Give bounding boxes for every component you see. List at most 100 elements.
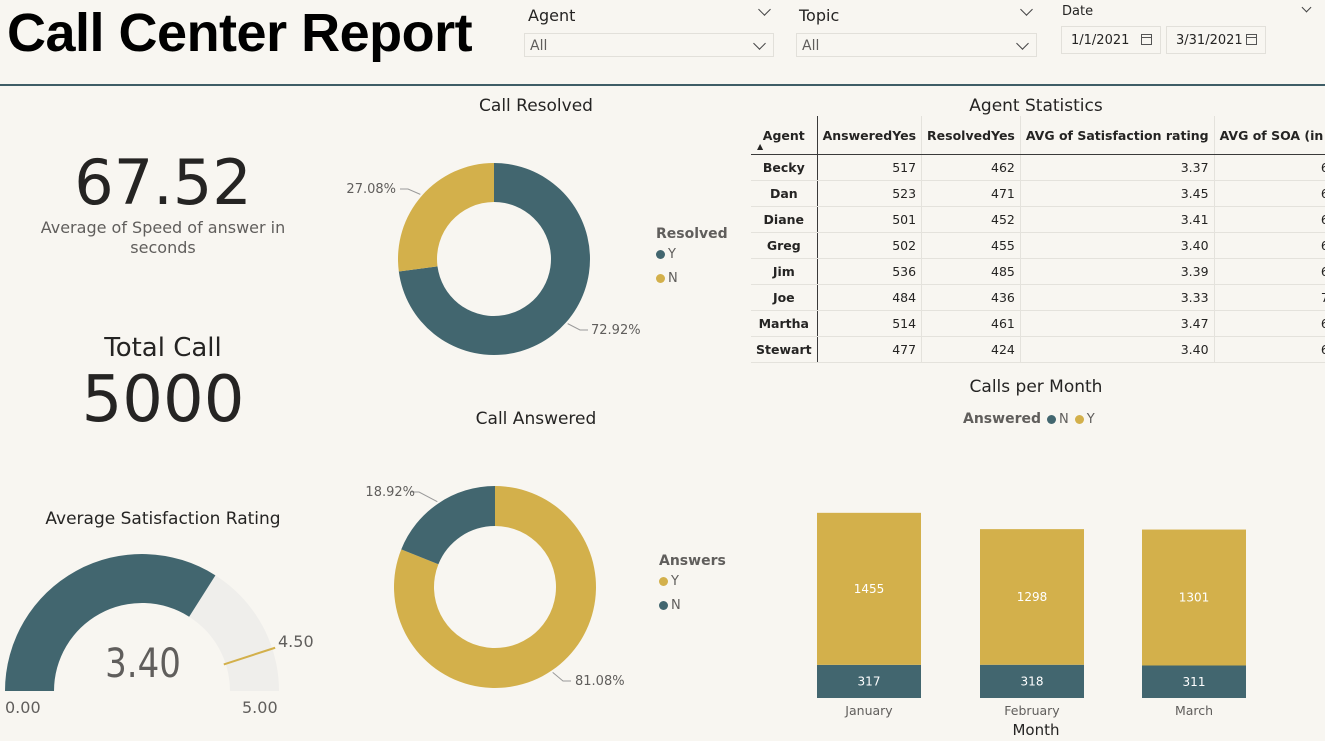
agent-name-cell: Jim: [751, 258, 818, 285]
table-cell: 3.33: [1020, 284, 1215, 311]
column-header-agent[interactable]: Agent ▲: [751, 116, 818, 155]
leader-line: [400, 188, 421, 195]
call-resolved-donut: 72.92% 27.08%: [346, 163, 641, 355]
kpi-total-card: Total Call 5000: [18, 332, 308, 436]
table-row[interactable]: Martha5144613.4769.49: [751, 310, 1325, 337]
table-cell: 69.49: [1214, 310, 1325, 337]
kpi-total-label: Total Call: [104, 333, 222, 363]
leader-line: [567, 323, 588, 331]
agent-slicer-label: Agent: [528, 6, 576, 25]
topic-dropdown-value: All: [802, 38, 820, 54]
table-cell: 523: [817, 180, 923, 207]
kpi-total-value: 5000: [81, 363, 245, 437]
date-end-value: 3/31/2021: [1176, 33, 1243, 48]
table-cell: 3.40: [1020, 232, 1215, 259]
call-resolved-legend: Resolved Y N: [656, 226, 728, 286]
legend-label: N: [671, 598, 681, 613]
column-header-resolved[interactable]: ResolvedYes: [921, 116, 1021, 155]
x-axis-tick-label: March: [1175, 703, 1213, 718]
table-cell: 536: [817, 258, 923, 285]
agent-name-cell: Diane: [751, 206, 818, 233]
legend-item-n[interactable]: N: [1046, 411, 1069, 427]
table-cell: 477: [817, 336, 923, 363]
legend-dot-n: [656, 274, 665, 283]
table-row[interactable]: Becky5174623.3765.33: [751, 154, 1325, 181]
date-start-input[interactable]: 1/1/2021: [1061, 26, 1161, 54]
sort-ascending-icon[interactable]: ▲: [757, 142, 763, 151]
column-header-soa[interactable]: AVG of SOA (in sec): [1214, 116, 1325, 155]
legend-dot-n: [659, 601, 668, 610]
kpi-speed-value: 67.52: [74, 146, 252, 219]
legend-label: Y: [668, 247, 676, 262]
donut-slice-n[interactable]: [398, 163, 494, 272]
x-axis-tick-label: February: [1004, 703, 1060, 718]
x-axis-title: Month: [1012, 721, 1060, 739]
table-cell: 424: [921, 336, 1021, 363]
date-start-value: 1/1/2021: [1071, 33, 1130, 48]
table-cell: 3.45: [1020, 180, 1215, 207]
agent-stats-title: Agent Statistics: [969, 96, 1103, 116]
table-cell: 517: [817, 154, 923, 181]
legend-label: N: [668, 271, 678, 286]
column-header-answered[interactable]: AnsweredYes: [817, 116, 923, 155]
calls-per-month-legend: Answered N Y: [963, 411, 1095, 427]
topic-dropdown[interactable]: All: [796, 33, 1037, 57]
table-row[interactable]: Joe4844363.3370.99: [751, 284, 1325, 311]
calendar-icon[interactable]: [1246, 34, 1257, 45]
legend-dot-n: [1046, 414, 1056, 424]
legend-label: N: [1058, 411, 1069, 427]
legend-dot-y: [656, 250, 665, 259]
calendar-icon[interactable]: [1141, 34, 1152, 45]
chevron-down-icon[interactable]: [1301, 2, 1312, 13]
chevron-down-icon[interactable]: [1020, 3, 1033, 16]
date-slicer-label: Date: [1062, 4, 1094, 19]
gauge-title: Average Satisfaction Rating: [45, 509, 281, 529]
legend-item-y[interactable]: Y: [1074, 412, 1095, 427]
legend-item-y[interactable]: Y: [659, 574, 726, 589]
table-cell: 66.34: [1214, 258, 1325, 285]
table-cell: 484: [817, 284, 923, 311]
column-header-satisfaction[interactable]: AVG of Satisfaction rating: [1020, 116, 1215, 155]
table-cell: 66.18: [1214, 336, 1325, 363]
call-answered-legend: Answers Y N: [659, 553, 726, 613]
bar-data-label: 1298: [1017, 590, 1048, 604]
table-row[interactable]: Greg5024553.4068.44: [751, 232, 1325, 259]
table-cell: 455: [921, 232, 1021, 259]
table-cell: 67.28: [1214, 180, 1325, 207]
kpi-speed-label: Average of Speed of answer in seconds: [40, 218, 286, 257]
donut-slice-n[interactable]: [401, 486, 495, 565]
gauge-value: 3.40: [105, 641, 181, 687]
agent-name-cell: Dan: [751, 180, 818, 207]
topic-slicer-label: Topic: [799, 6, 840, 25]
table-cell: 501: [817, 206, 923, 233]
table-row[interactable]: Dan5234713.4567.28: [751, 180, 1325, 207]
table-row[interactable]: Diane5014523.4166.27: [751, 206, 1325, 233]
calls-per-month-chart: 317 1455 January 318 1298 February 311 1301 Marc…: [817, 512, 1246, 718]
legend-item-y[interactable]: Y: [656, 247, 728, 262]
table-row[interactable]: Stewart4774243.4066.18: [751, 336, 1325, 363]
table-header-row: Agent ▲ AnsweredYes ResolvedYes AVG of Sa…: [751, 116, 1325, 155]
table-cell: 68.44: [1214, 232, 1325, 259]
legend-dot-y: [659, 577, 668, 586]
table-cell: 471: [921, 180, 1021, 207]
satisfaction-gauge: [5, 554, 279, 691]
table-cell: 514: [817, 310, 923, 337]
agent-stats-table: Agent ▲ AnsweredYes ResolvedYes AVG of Sa…: [751, 116, 1325, 363]
kpi-speed-card: 67.52 Average of Speed of answer in seco…: [18, 148, 308, 258]
legend-dot-y: [1074, 414, 1084, 424]
data-label: 72.92%: [591, 323, 641, 338]
table-cell: 502: [817, 232, 923, 259]
bar-data-label: 318: [1021, 674, 1044, 688]
agent-name-cell: Greg: [751, 232, 818, 259]
table-row[interactable]: Jim5364853.3966.34: [751, 258, 1325, 285]
table-cell: 3.37: [1020, 154, 1215, 181]
chevron-down-icon[interactable]: [758, 3, 771, 16]
legend-item-n[interactable]: N: [659, 598, 726, 613]
legend-item-n[interactable]: N: [656, 271, 728, 286]
table-cell: 65.33: [1214, 154, 1325, 181]
call-resolved-title: Call Resolved: [479, 96, 593, 116]
table-cell: 436: [921, 284, 1021, 311]
date-end-input[interactable]: 3/31/2021: [1166, 26, 1266, 54]
table-cell: 452: [921, 206, 1021, 233]
agent-dropdown[interactable]: All: [524, 33, 774, 57]
